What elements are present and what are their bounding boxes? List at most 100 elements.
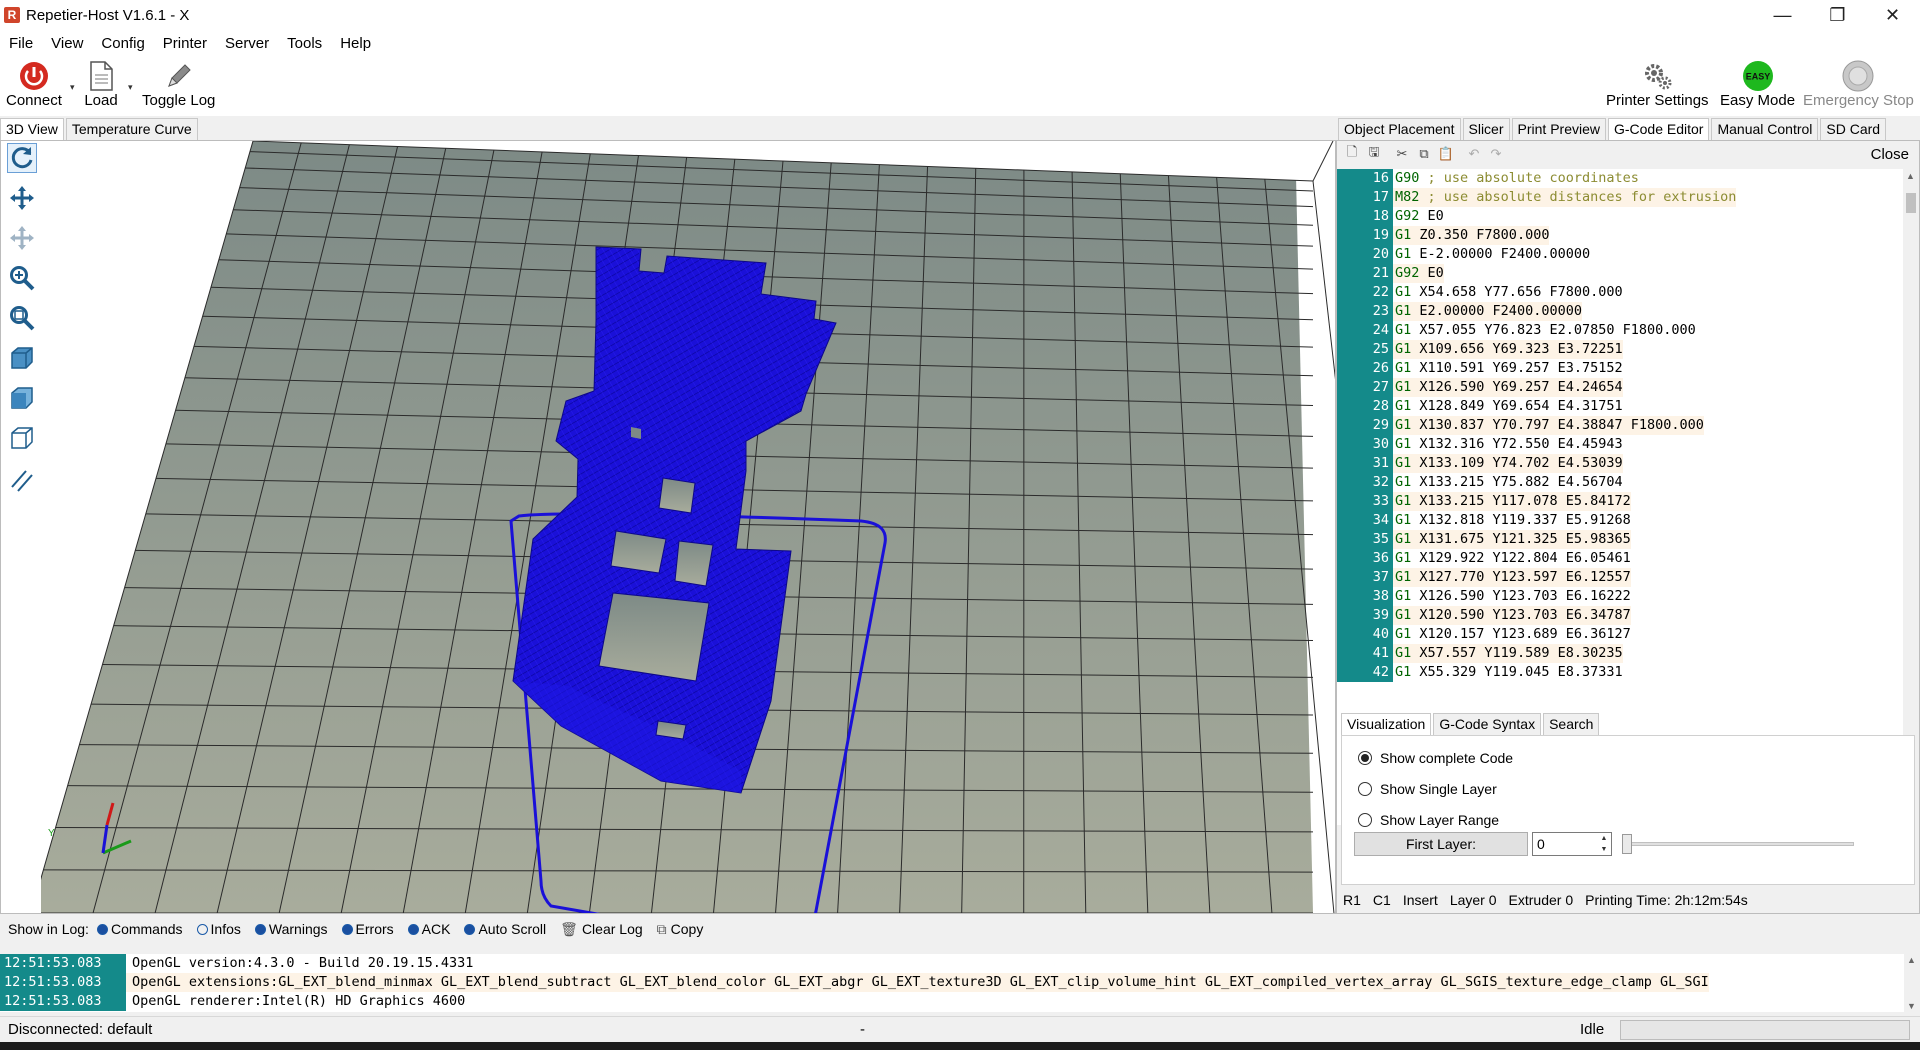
isometric-view-icon[interactable]	[7, 343, 37, 373]
layer-slider-track[interactable]	[1624, 842, 1854, 846]
gcode-line[interactable]: 17 M82 ; use absolute distances for extru…	[1337, 188, 1903, 207]
tab-slicer[interactable]: Slicer	[1462, 118, 1510, 140]
log-filter-ack[interactable]: ACK	[407, 921, 450, 937]
menu-printer[interactable]: Printer	[154, 35, 216, 52]
tab-manual-control[interactable]: Manual Control	[1711, 118, 1819, 140]
connect-button[interactable]: Connect	[6, 60, 62, 109]
menu-server[interactable]: Server	[216, 35, 278, 52]
menu-tools[interactable]: Tools	[278, 35, 331, 52]
log-scroll-up-icon[interactable]: ▲	[1907, 955, 1916, 965]
tab-temperature-curve[interactable]: Temperature Curve	[65, 118, 198, 140]
load-dropdown-icon[interactable]: ▾	[128, 82, 133, 93]
gcode-line[interactable]: 26 G1 X110.591 Y69.257 E3.75152	[1337, 359, 1903, 378]
close-window-button[interactable]: ✕	[1865, 0, 1920, 30]
paste-icon[interactable]: 📋	[1435, 144, 1457, 164]
menu-help[interactable]: Help	[331, 35, 380, 52]
log-filter-infos[interactable]: Infos	[196, 921, 241, 937]
gcode-line[interactable]: 19 G1 Z0.350 F7800.000	[1337, 226, 1903, 245]
show-complete-code-option[interactable]: Show complete Code	[1358, 750, 1513, 766]
log-line[interactable]: 12:51:53.083 OpenGL version:4.3.0 - Build…	[0, 954, 1904, 973]
gcode-line[interactable]: 31 G1 X133.109 Y74.702 E4.53039	[1337, 454, 1903, 473]
parallel-projection-icon[interactable]	[7, 465, 37, 495]
load-button[interactable]: Load	[84, 60, 118, 109]
gcode-line[interactable]: 28 G1 X128.849 Y69.654 E4.31751	[1337, 397, 1903, 416]
menu-config[interactable]: Config	[92, 35, 153, 52]
move-object-icon[interactable]	[7, 223, 37, 253]
log-output[interactable]: 12:51:53.083 OpenGL version:4.3.0 - Build…	[0, 954, 1904, 1012]
cut-icon[interactable]: ✂	[1391, 144, 1413, 164]
tab-gcode-editor[interactable]: G-Code Editor	[1607, 118, 1710, 140]
gcode-line[interactable]: 38 G1 X126.590 Y123.703 E6.16222	[1337, 587, 1903, 606]
log-filter-commands[interactable]: Commands	[96, 921, 183, 937]
scroll-up-icon[interactable]: ▲	[1906, 171, 1915, 181]
tab-object-placement[interactable]: Object Placement	[1338, 118, 1461, 140]
move-icon[interactable]	[7, 183, 37, 213]
gcode-line[interactable]: 35 G1 X131.675 Y121.325 E5.98365	[1337, 530, 1903, 549]
gcode-line[interactable]: 27 G1 X126.590 Y69.257 E4.24654	[1337, 378, 1903, 397]
menu-view[interactable]: View	[42, 35, 92, 52]
connect-dropdown-icon[interactable]: ▾	[70, 82, 75, 93]
redo-icon[interactable]: ↷	[1485, 144, 1507, 164]
copy-log-button[interactable]: ⧉ Copy	[657, 921, 704, 938]
tab-search[interactable]: Search	[1543, 713, 1600, 735]
gcode-line[interactable]: 16 G90 ; use absolute coordinates	[1337, 169, 1903, 188]
log-filter-warnings[interactable]: Warnings	[254, 921, 328, 937]
gcode-line[interactable]: 36 G1 X129.922 Y122.804 E6.05461	[1337, 549, 1903, 568]
undo-icon[interactable]: ↶	[1463, 144, 1485, 164]
gcode-line[interactable]: 25 G1 X109.656 Y69.323 E3.72251	[1337, 340, 1903, 359]
log-vertical-scrollbar[interactable]: ▲ ▼	[1904, 954, 1920, 1012]
gcode-line[interactable]: 33 G1 X133.215 Y117.078 E5.84172	[1337, 492, 1903, 511]
show-single-layer-option[interactable]: Show Single Layer	[1358, 781, 1497, 797]
first-layer-input[interactable]: 0 ▲ ▼	[1532, 832, 1612, 856]
log-auto-scroll[interactable]: Auto Scroll	[464, 921, 546, 937]
minimize-button[interactable]: —	[1755, 0, 1810, 30]
menu-file[interactable]: File	[0, 35, 42, 52]
fit-view-icon[interactable]	[7, 303, 37, 333]
save-icon[interactable]: 🖫	[1363, 144, 1385, 164]
commands-toggle-icon[interactable]	[96, 923, 108, 935]
toggle-log-button[interactable]: Toggle Log	[142, 60, 215, 109]
infos-toggle-icon[interactable]	[196, 923, 208, 935]
spinner-arrows-icon[interactable]: ▲ ▼	[1597, 833, 1611, 855]
gcode-line[interactable]: 23 G1 E2.00000 F2400.00000	[1337, 302, 1903, 321]
layer-slider-thumb[interactable]	[1622, 834, 1632, 854]
gcode-line[interactable]: 40 G1 X120.157 Y123.689 E6.36127	[1337, 625, 1903, 644]
gcode-line[interactable]: 21 G92 E0	[1337, 264, 1903, 283]
clear-log-button[interactable]: 🗑 Clear Log	[560, 921, 642, 938]
warnings-toggle-icon[interactable]	[254, 923, 266, 935]
tab-gcode-syntax[interactable]: G-Code Syntax	[1433, 713, 1542, 735]
gcode-line[interactable]: 29 G1 X130.837 Y70.797 E4.38847 F1800.000	[1337, 416, 1903, 435]
gcode-line[interactable]: 30 G1 X132.316 Y72.550 E4.45943	[1337, 435, 1903, 454]
first-layer-button[interactable]: First Layer:	[1354, 832, 1528, 856]
gcode-line[interactable]: 32 G1 X133.215 Y75.882 E4.56704	[1337, 473, 1903, 492]
radio-show-single-layer[interactable]	[1358, 782, 1372, 796]
log-line[interactable]: 12:51:53.083 OpenGL extensions:GL_EXT_ble…	[0, 973, 1904, 992]
gcode-line[interactable]: 37 G1 X127.770 Y123.597 E6.12557	[1337, 568, 1903, 587]
rotate-icon[interactable]	[7, 143, 37, 173]
tab-sd-card[interactable]: SD Card	[1820, 118, 1887, 140]
front-view-icon[interactable]	[7, 383, 37, 413]
gcode-line[interactable]: 22 G1 X54.658 Y77.656 F7800.000	[1337, 283, 1903, 302]
gcode-line[interactable]: 42 G1 X55.329 Y119.045 E8.37331	[1337, 663, 1903, 682]
top-view-icon[interactable]	[7, 423, 37, 453]
3d-scene[interactable]: Y	[30, 140, 1397, 947]
ack-toggle-icon[interactable]	[407, 923, 419, 935]
radio-show-layer-range[interactable]	[1358, 813, 1372, 827]
radio-show-complete-code[interactable]	[1358, 751, 1372, 765]
gcode-line[interactable]: 39 G1 X120.590 Y123.703 E6.34787	[1337, 606, 1903, 625]
gcode-line[interactable]: 18 G92 E0	[1337, 207, 1903, 226]
restore-button[interactable]: ❐	[1810, 0, 1865, 30]
printer-settings-button[interactable]: Printer Settings	[1606, 60, 1709, 109]
close-editor-button[interactable]: Close	[1871, 146, 1909, 163]
new-file-icon[interactable]: 🗋	[1341, 144, 1363, 164]
emergency-stop-button[interactable]: Emergency Stop	[1803, 60, 1914, 109]
zoom-icon[interactable]	[7, 263, 37, 293]
log-scroll-down-icon[interactable]: ▼	[1907, 1001, 1916, 1011]
gcode-line[interactable]: 41 G1 X57.557 Y119.589 E8.30235	[1337, 644, 1903, 663]
copy-icon[interactable]: ⧉	[1413, 144, 1435, 164]
easy-mode-button[interactable]: EASY Easy Mode	[1720, 60, 1795, 109]
tab-3d-view[interactable]: 3D View	[0, 118, 64, 140]
log-line[interactable]: 12:51:53.083 OpenGL renderer:Intel(R) HD …	[0, 992, 1904, 1011]
show-layer-range-option[interactable]: Show Layer Range	[1358, 812, 1499, 828]
tab-visualization[interactable]: Visualization	[1341, 713, 1432, 735]
